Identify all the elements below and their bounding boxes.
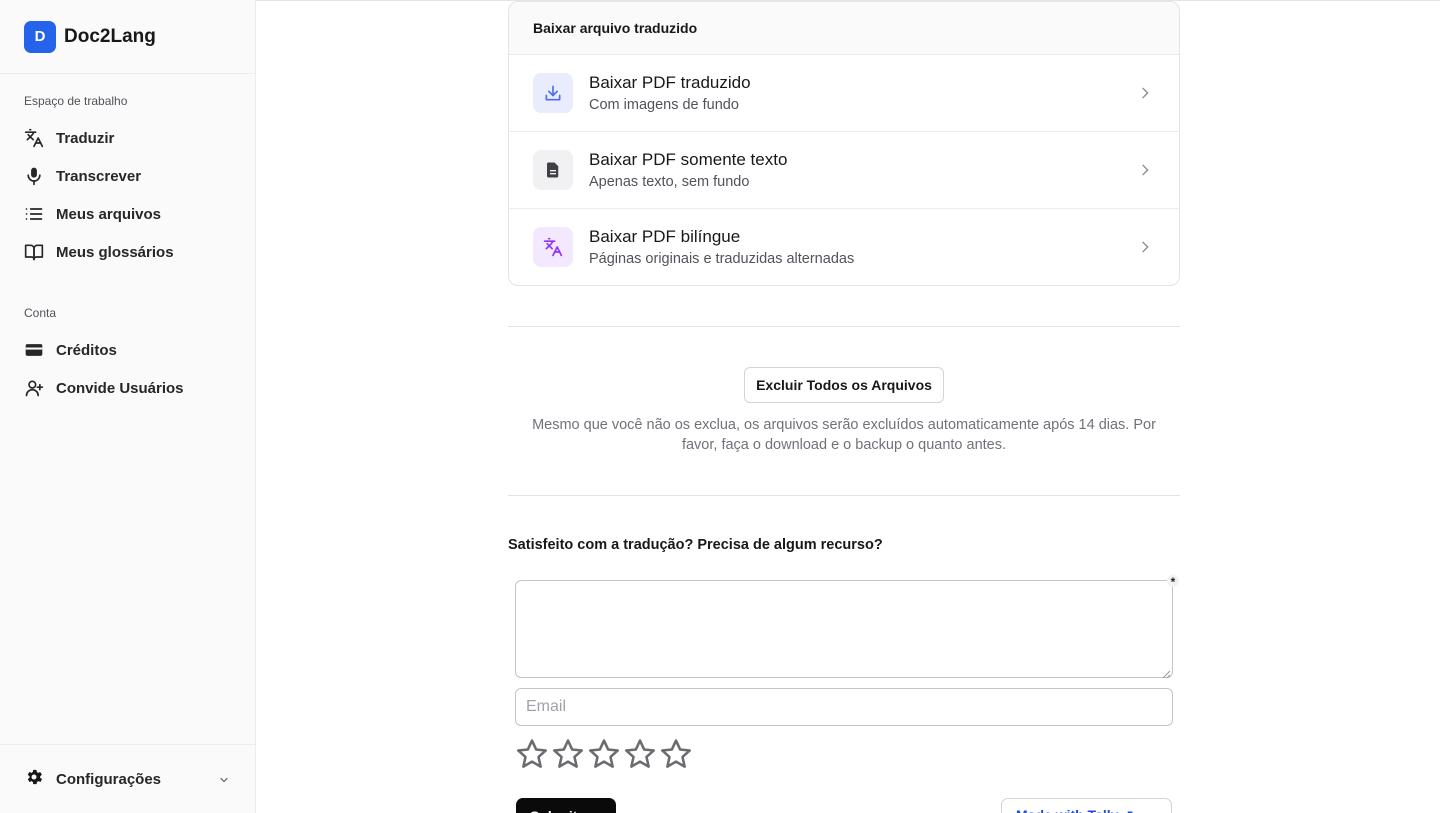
chevron-right-icon [1137, 239, 1153, 260]
sidebar-item-my-glossaries[interactable]: Meus glossários [16, 235, 240, 269]
brand-logo: D [24, 20, 56, 53]
sidebar-item-label: Créditos [56, 341, 117, 359]
download-translated-pdf-row[interactable]: Baixar PDF traduzido Com imagens de fund… [509, 55, 1179, 132]
section-divider [508, 326, 1180, 327]
sidebar-item-transcribe[interactable]: Transcrever [16, 159, 240, 193]
chevron-down-icon [218, 773, 230, 791]
translate-icon [24, 128, 44, 148]
star-icon[interactable] [515, 737, 549, 771]
option-title: Baixar PDF somente texto [589, 150, 788, 169]
section-divider [508, 495, 1180, 496]
sidebar-item-translate[interactable]: Traduzir [16, 121, 240, 155]
star-icon[interactable] [551, 737, 585, 771]
option-subtitle: Apenas texto, sem fundo [589, 174, 750, 190]
sidebar-item-label: Transcrever [56, 167, 142, 185]
user-plus-icon [24, 378, 44, 398]
microphone-icon [24, 166, 44, 186]
chevron-right-icon [1137, 85, 1153, 106]
sidebar-item-label: Traduzir [56, 129, 115, 147]
auto-delete-note: Mesmo que você não os exclua, os arquivo… [508, 415, 1180, 455]
sidebar-item-label: Meus arquivos [56, 205, 162, 223]
option-subtitle: Páginas originais e traduzidas alternada… [589, 251, 855, 267]
download-card: Baixar arquivo traduzido Baixar PDF trad… [508, 1, 1180, 286]
sidebar-item-label: Convide Usuários [56, 379, 184, 397]
sidebar-item-invite-users[interactable]: Convide Usuários [16, 371, 240, 405]
sidebar-item-my-files[interactable]: Meus arquivos [16, 197, 240, 231]
settings-button[interactable]: Configurações [16, 762, 240, 796]
required-mark: * [1167, 575, 1179, 589]
sidebar-item-credits[interactable]: Créditos [16, 333, 240, 367]
book-icon [24, 242, 44, 262]
note-line: Mesmo que você não os exclua, os arquivo… [532, 417, 1156, 433]
download-card-header: Baixar arquivo traduzido [509, 2, 1179, 55]
feedback-textarea[interactable] [515, 580, 1173, 678]
download-icon [533, 73, 573, 113]
star-icon[interactable] [587, 737, 621, 771]
settings-label: Configurações [56, 770, 162, 788]
option-title: Baixar PDF bilíngue [589, 227, 741, 246]
gear-icon [24, 767, 44, 792]
chevron-right-icon [1137, 162, 1153, 183]
document-icon [533, 150, 573, 190]
email-field[interactable] [515, 688, 1173, 726]
feedback-question: Satisfeito com a tradução? Precisa de al… [508, 537, 883, 553]
account-group-label: Conta [24, 306, 57, 320]
translate-icon [533, 227, 573, 267]
sidebar: D Doc2Lang Espaço de trabalho Traduzir T… [0, 0, 256, 813]
star-icon[interactable] [659, 737, 693, 771]
option-title: Baixar PDF traduzido [589, 73, 751, 92]
list-icon [24, 204, 44, 224]
download-text-only-pdf-row[interactable]: Baixar PDF somente texto Apenas texto, s… [509, 132, 1179, 209]
brand[interactable]: D Doc2Lang [0, 0, 255, 74]
delete-all-files-button[interactable]: Excluir Todos os Arquivos [744, 367, 944, 403]
brand-name: Doc2Lang [64, 25, 156, 47]
sidebar-footer: Configurações [0, 744, 255, 813]
workspace-group-label: Espaço de trabalho [24, 94, 128, 108]
download-bilingual-pdf-row[interactable]: Baixar PDF bilíngue Páginas originais e … [509, 209, 1179, 285]
submit-button[interactable]: Submit → [516, 798, 616, 813]
credit-card-icon [24, 340, 44, 360]
star-rating [515, 737, 693, 771]
made-with-tally-link[interactable]: Made with Tally ↗ [1001, 798, 1172, 813]
star-icon[interactable] [623, 737, 657, 771]
resize-grip-icon[interactable] [1162, 666, 1171, 684]
option-subtitle: Com imagens de fundo [589, 97, 739, 113]
sidebar-item-label: Meus glossários [56, 243, 174, 261]
note-line: favor, faça o download e o backup o quan… [681, 437, 1007, 453]
